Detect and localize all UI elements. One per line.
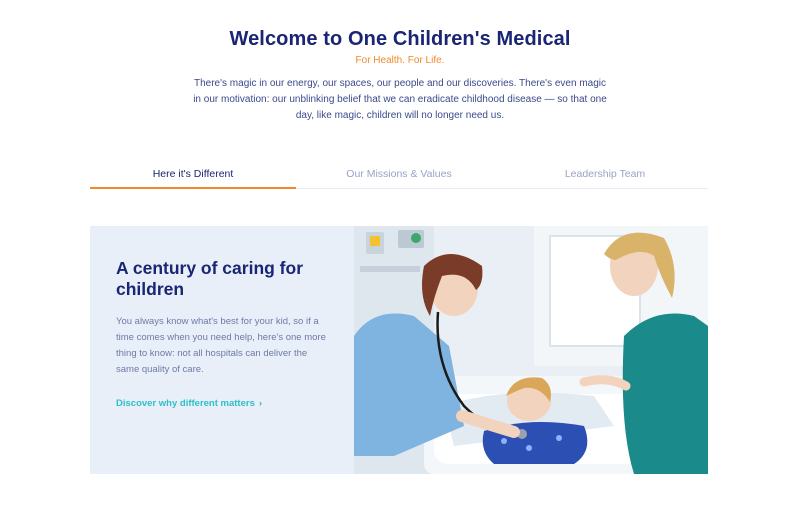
tagline: For Health. For Life.	[355, 55, 445, 66]
feature-text-panel: A century of caring for children You alw…	[90, 226, 354, 474]
hospital-photo-illustration	[354, 226, 708, 474]
hospital-photo	[354, 226, 708, 474]
discover-link-label: Discover why different matters	[116, 398, 255, 409]
chevron-right-icon: ›	[258, 398, 263, 409]
tab-bar: Here it's Different Our Missions & Value…	[90, 162, 708, 189]
feature-heading: A century of caring for children	[116, 258, 304, 299]
tab-missions-values[interactable]: Our Missions & Values	[296, 162, 502, 188]
discover-link[interactable]: Discover why different matters ›	[116, 398, 262, 409]
tab-here-its-different[interactable]: Here it's Different	[90, 162, 296, 189]
intro-paragraph: There's magic in our energy, our spaces,…	[193, 78, 607, 121]
feature-body: You always know what's best for your kid…	[116, 316, 326, 375]
feature-card: A century of caring for children You alw…	[90, 226, 708, 474]
page-title: Welcome to One Children's Medical	[229, 28, 571, 50]
tab-leadership-team[interactable]: Leadership Team	[502, 162, 708, 188]
